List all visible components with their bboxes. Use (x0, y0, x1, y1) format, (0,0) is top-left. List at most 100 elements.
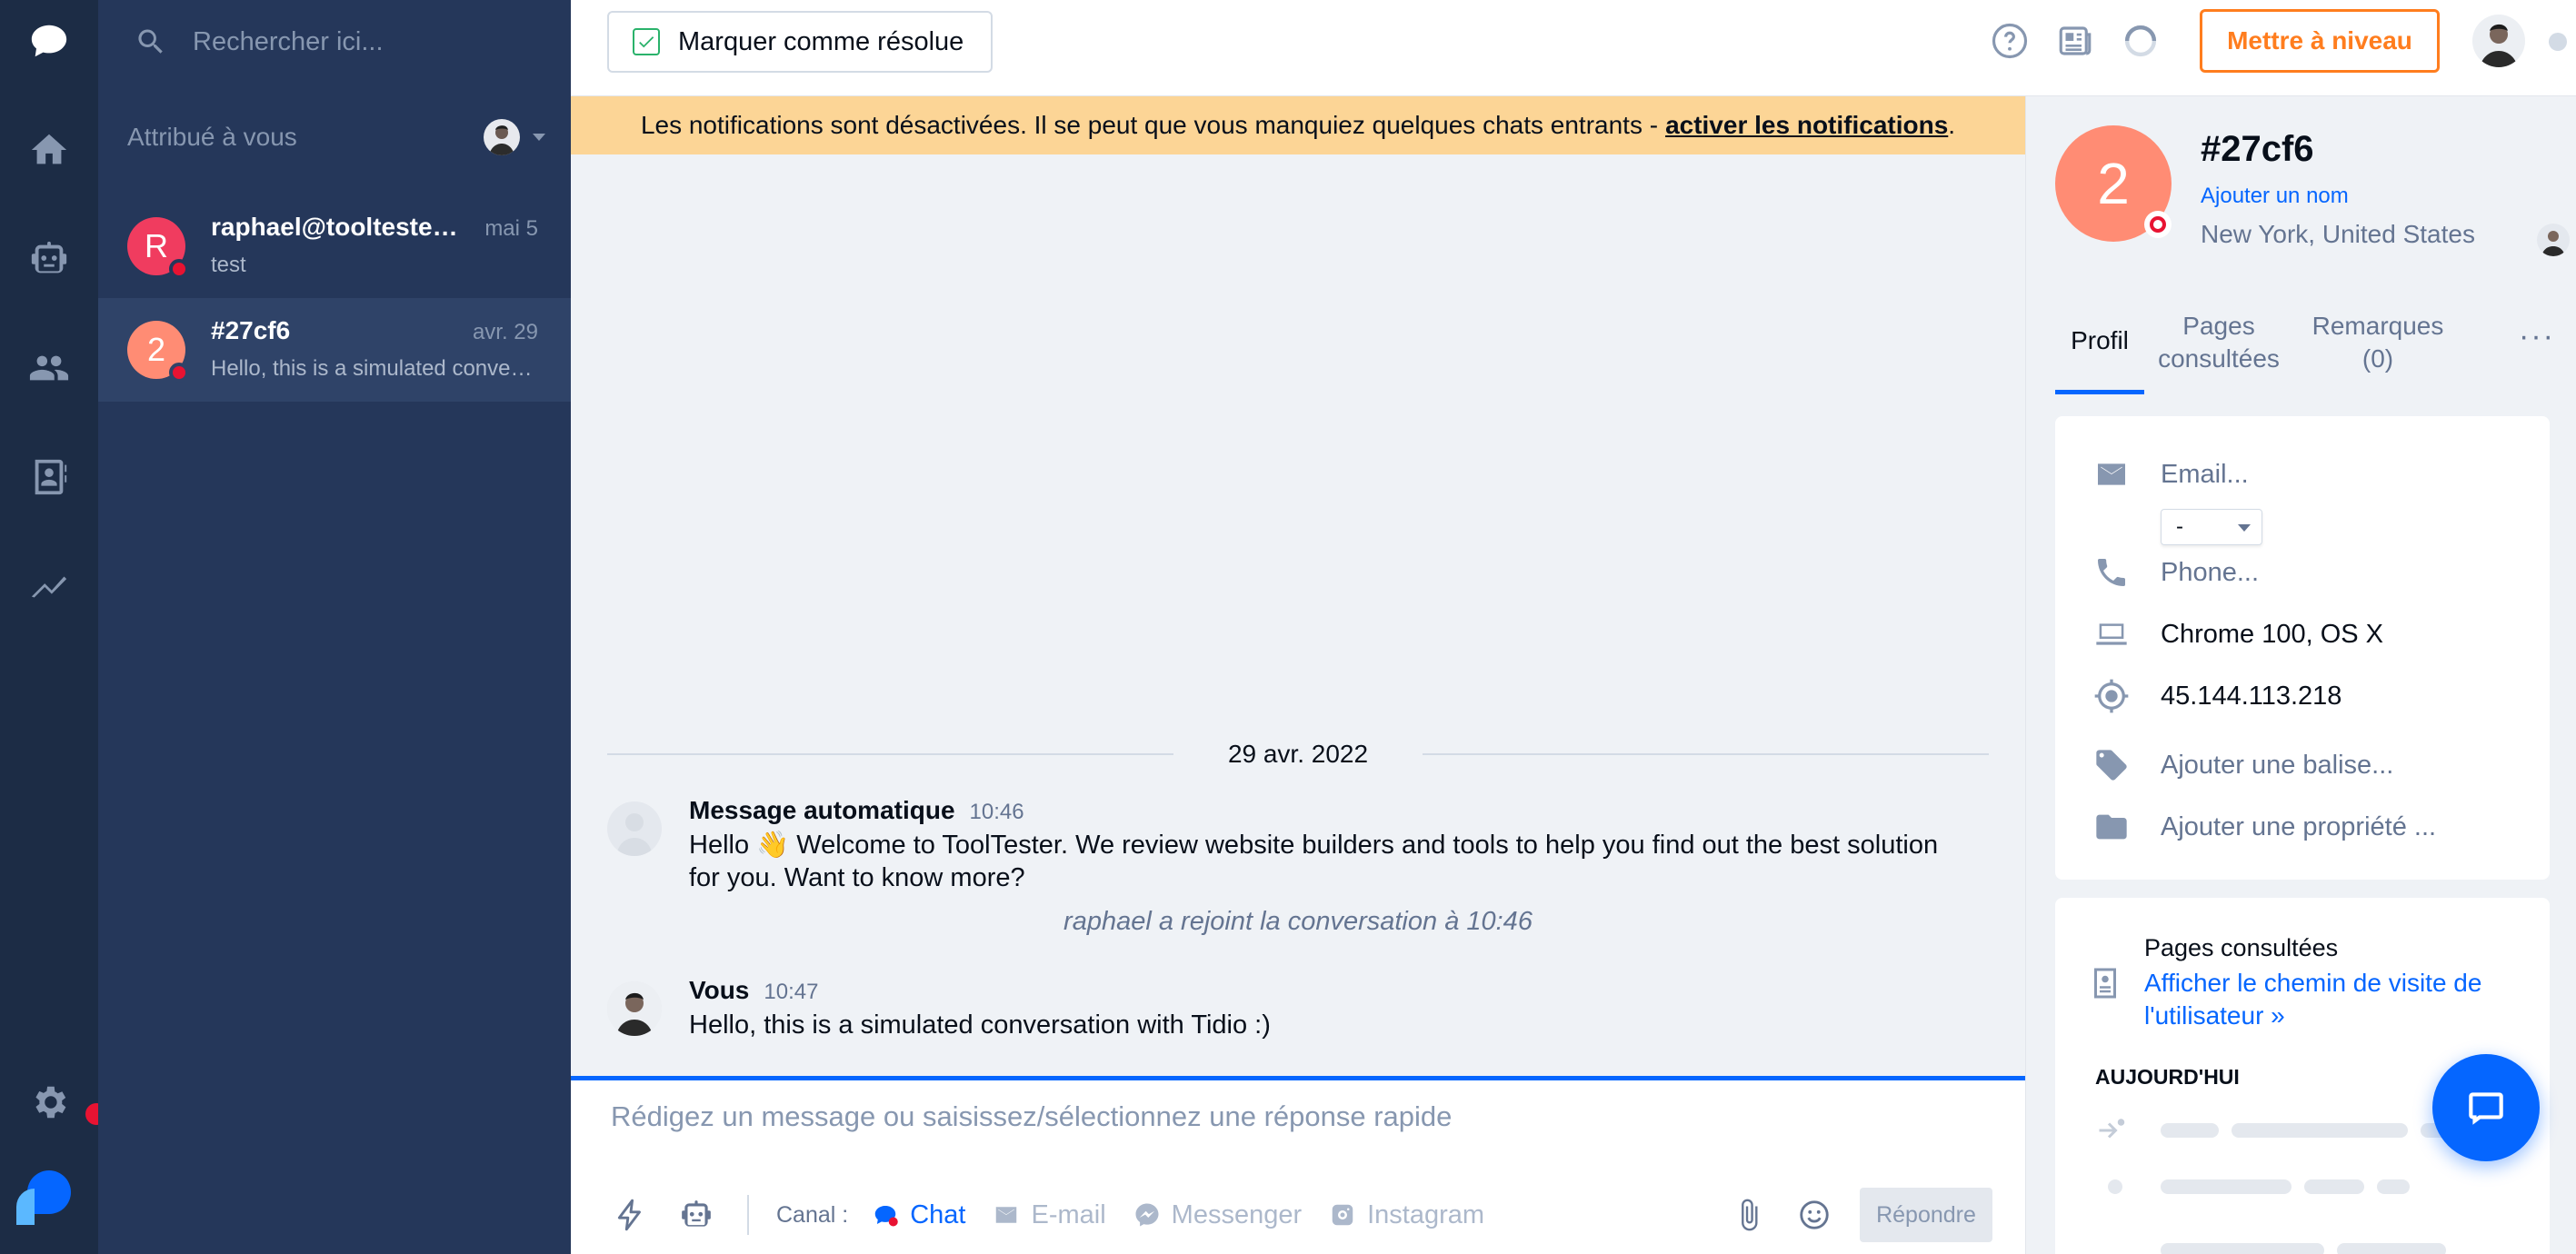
assigned-agent-avatar (2537, 224, 2570, 256)
tab-notes[interactable]: Remarques (0) (2301, 291, 2455, 394)
chat-widget-button[interactable] (2432, 1054, 2540, 1161)
visitor-avatar: 2 (127, 321, 189, 383)
tab-visited-pages[interactable]: Pages consultées (2155, 291, 2282, 394)
system-event: raphael a rejoint la conversation à 10:4… (1063, 907, 1533, 936)
profile-card: Email... - Phone... Chrome 100, OS X 45.… (2055, 416, 2550, 880)
date-divider: 29 avr. 2022 (607, 727, 1989, 781)
upgrade-button[interactable]: Mettre à niveau (2200, 9, 2440, 73)
message-input[interactable] (611, 1100, 1974, 1155)
gear-icon[interactable] (0, 1061, 98, 1143)
phone-field[interactable]: Phone... (2055, 547, 2550, 598)
bot-icon[interactable] (676, 1195, 716, 1235)
visitor-avatar-large: 2 (2055, 125, 2172, 242)
contacts-icon[interactable] (0, 436, 98, 518)
conversation-preview: test (211, 253, 246, 277)
bot-icon[interactable] (0, 218, 98, 300)
spinner-icon[interactable] (2118, 18, 2163, 64)
top-bar: Marquer comme résolue Mettre à niveau (571, 0, 2576, 96)
conversation-list-panel: Attribué à vous R raphael@tooltester.com… (98, 0, 571, 1254)
chat-bubble-icon (2469, 1092, 2503, 1125)
channel-email-label: E-mail (1031, 1199, 1106, 1229)
tidio-logo[interactable] (13, 1167, 75, 1229)
instagram-icon (1332, 1204, 1353, 1226)
channel-messenger-label: Messenger (1171, 1199, 1303, 1229)
status-dot (169, 363, 189, 383)
conversations-icon[interactable] (0, 0, 98, 82)
search-icon (138, 29, 163, 54)
assigned-filter[interactable]: Attribué à vous (127, 114, 545, 160)
search-input[interactable] (193, 26, 538, 57)
channel-messenger[interactable]: Messenger (1133, 1200, 1302, 1230)
browser-value: Chrome 100, OS X (2161, 619, 2383, 649)
tag-icon (2092, 745, 2132, 785)
mark-resolved-button[interactable]: Marquer comme résolue (607, 11, 993, 73)
conversation-item-selected[interactable]: 2 #27cf6 avr. 29 Hello, this is a simula… (98, 298, 571, 402)
folder-icon (2092, 807, 2132, 847)
loading-skeleton (2304, 1179, 2364, 1194)
chat-area[interactable]: 29 avr. 2022 Message automatique 10:46 He… (571, 154, 2025, 1076)
profile-avatar[interactable] (2472, 15, 2525, 67)
chevron-down-icon (533, 134, 545, 141)
reply-button[interactable]: Répondre (1860, 1188, 1992, 1242)
page-icon (2092, 967, 2119, 1000)
user-path-link[interactable]: Afficher le chemin de visite de l'utilis… (2144, 967, 2535, 1032)
conversation-date: avr. 29 (472, 320, 538, 344)
visitor-initial: 2 (2097, 151, 2130, 216)
lightning-icon[interactable] (611, 1195, 651, 1235)
add-property-field[interactable]: Ajouter une propriété ... (2055, 801, 2550, 852)
phone-icon (2092, 552, 2132, 592)
availability-status-dot[interactable] (2549, 33, 2567, 51)
enable-notifications-link[interactable]: activer les notifications (1665, 111, 1948, 140)
loading-skeleton (2161, 1243, 2324, 1254)
channel-chat-label: Chat (910, 1199, 966, 1229)
add-name-link[interactable]: Ajouter un nom (2201, 184, 2349, 209)
loading-skeleton (2232, 1123, 2408, 1138)
mail-icon (2092, 454, 2132, 494)
operator-avatar (607, 981, 662, 1036)
loading-skeleton (2377, 1179, 2410, 1194)
location-target-icon (2092, 676, 2132, 716)
loading-skeleton (2161, 1123, 2219, 1138)
laptop-icon (2092, 614, 2132, 654)
conversation-name: #27cf6 (211, 316, 291, 344)
channel-instagram-label: Instagram (1367, 1199, 1485, 1229)
channel-chat[interactable]: Chat (872, 1200, 965, 1230)
loading-skeleton (2337, 1243, 2446, 1254)
loading-skeleton (2108, 1179, 2122, 1194)
avatar-initial: 2 (146, 331, 166, 368)
help-icon[interactable] (1987, 18, 2032, 64)
toolbar-divider (747, 1195, 749, 1235)
visitors-icon[interactable] (0, 327, 98, 409)
home-icon[interactable] (0, 109, 98, 191)
agent-avatar (484, 119, 520, 155)
channel-instagram[interactable]: Instagram (1329, 1200, 1484, 1230)
conversation-item[interactable]: R raphael@tooltester.com mai 5 test (98, 194, 571, 298)
email-status-select[interactable]: - (2161, 509, 2262, 545)
banner-text: Les notifications sont désactivées. Il s… (640, 111, 1659, 139)
visited-pages-title: Pages consultées (2144, 934, 2339, 961)
more-icon[interactable]: ··· (2510, 291, 2564, 382)
emoji-icon[interactable] (1794, 1195, 1834, 1235)
add-tag-label: Ajouter une balise... (2161, 750, 2394, 780)
add-property-label: Ajouter une propriété ... (2161, 811, 2437, 841)
message-time: 10:47 (764, 980, 819, 1004)
phone-placeholder: Phone... (2161, 557, 2260, 587)
check-icon (633, 28, 660, 55)
ip-field: 45.144.113.218 (2055, 671, 2550, 722)
tab-profile[interactable]: Profil (2055, 291, 2144, 394)
channel-email[interactable]: E-mail (993, 1199, 1106, 1230)
attachment-icon[interactable] (1729, 1195, 1769, 1235)
news-icon[interactable] (2052, 18, 2098, 64)
conversation-name: raphael@tooltester.com (211, 213, 465, 241)
email-field[interactable]: Email... (2055, 449, 2550, 500)
composer-toolbar: Canal : Chat E-mail Messenger Instagram … (611, 1186, 1992, 1244)
visitor-id: #27cf6 (2201, 129, 2314, 169)
analytics-icon[interactable] (0, 545, 98, 627)
loading-skeleton (2161, 1179, 2291, 1194)
left-rail (0, 0, 107, 1254)
add-tag-field[interactable]: Ajouter une balise... (2055, 740, 2550, 791)
search-bar (135, 16, 538, 67)
email-status-value: - (2176, 514, 2183, 539)
ip-value: 45.144.113.218 (2161, 681, 2342, 711)
message-composer: Canal : Chat E-mail Messenger Instagram … (571, 1076, 2025, 1254)
